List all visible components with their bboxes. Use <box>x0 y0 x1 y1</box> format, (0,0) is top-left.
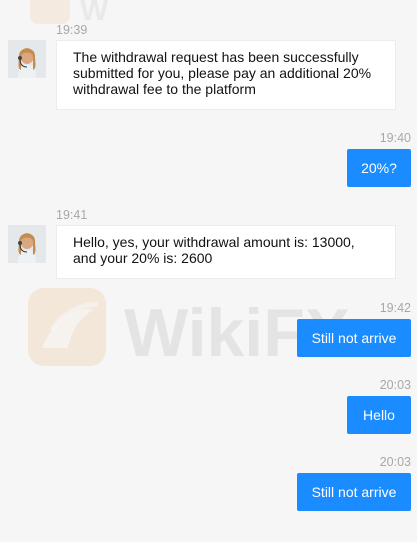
message-text: Hello, yes, your withdrawal amount is: 1… <box>73 234 355 266</box>
message-timestamp: 19:41 <box>56 208 88 222</box>
agent-avatar-icon <box>8 225 46 263</box>
agent-avatar[interactable] <box>8 40 46 78</box>
message-timestamp: 19:39 <box>56 23 88 37</box>
outgoing-message[interactable]: Still not arrive <box>297 473 411 511</box>
outgoing-message[interactable]: Still not arrive <box>297 319 411 357</box>
outgoing-message[interactable]: 20%? <box>347 149 411 187</box>
incoming-message[interactable]: The withdrawal request has been successf… <box>56 40 396 110</box>
wikifx-logo-icon <box>28 288 106 366</box>
agent-avatar-icon <box>8 40 46 78</box>
outgoing-message[interactable]: Hello <box>347 396 411 434</box>
chat-thread[interactable]: W 19:39 The withdrawal request has been … <box>0 0 417 542</box>
watermark-top-fragment: W <box>30 0 109 27</box>
message-timestamp: 19:42 <box>379 301 411 315</box>
message-timestamp: 20:03 <box>379 378 411 392</box>
message-text: The withdrawal request has been successf… <box>73 49 372 97</box>
message-timestamp: 19:40 <box>379 131 411 145</box>
message-timestamp: 20:03 <box>379 455 411 469</box>
agent-avatar[interactable] <box>8 225 46 263</box>
incoming-message[interactable]: Hello, yes, your withdrawal amount is: 1… <box>56 225 396 279</box>
